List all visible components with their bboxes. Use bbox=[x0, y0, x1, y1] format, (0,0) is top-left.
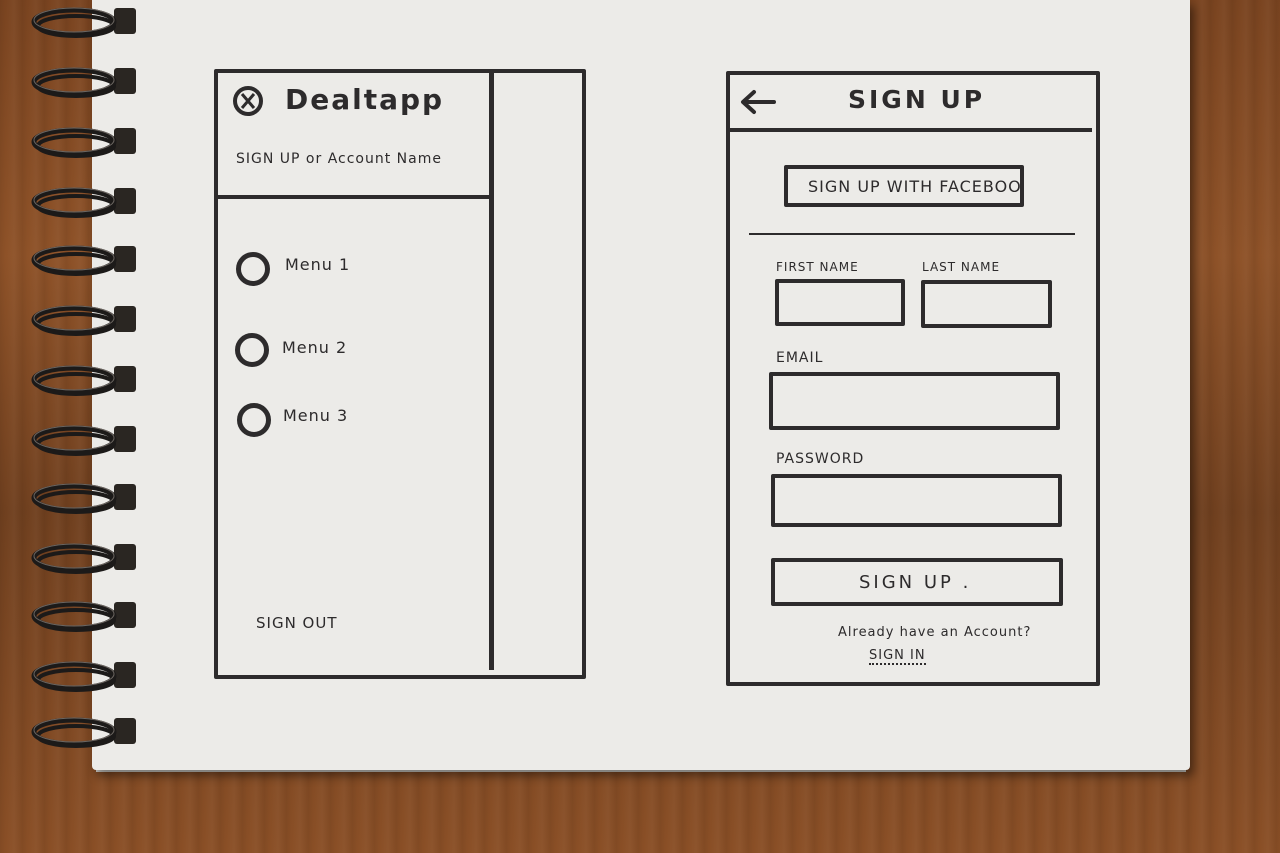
menu-2-icon bbox=[235, 333, 269, 367]
close-circle-icon[interactable] bbox=[232, 85, 263, 116]
binding-coil bbox=[30, 712, 136, 752]
password-label: PASSWORD bbox=[776, 451, 865, 467]
password-field[interactable] bbox=[771, 474, 1062, 527]
last-name-label: LAST NAME bbox=[922, 260, 1001, 274]
email-field[interactable] bbox=[769, 372, 1060, 430]
facebook-signup-label: SIGN UP WITH FACEBOOK bbox=[808, 177, 1024, 196]
drawer-panel-divider bbox=[489, 70, 494, 670]
already-have-account-text: Already have an Account? bbox=[838, 625, 1032, 640]
binding-coil bbox=[30, 62, 136, 102]
binding-coil bbox=[30, 596, 136, 636]
binding-coil bbox=[30, 420, 136, 460]
signup-title: SIGN UP bbox=[848, 85, 986, 114]
sign-in-link[interactable]: SIGN IN bbox=[869, 648, 926, 665]
drawer-header-divider bbox=[216, 195, 492, 199]
first-name-field[interactable] bbox=[775, 279, 905, 326]
binding-coil bbox=[30, 360, 136, 400]
menu-1-icon bbox=[236, 252, 270, 286]
last-name-field[interactable] bbox=[921, 280, 1052, 328]
binding-coil bbox=[30, 656, 136, 696]
binding-coil bbox=[30, 2, 136, 42]
menu-item-3[interactable]: Menu 3 bbox=[283, 406, 348, 425]
menu-item-2[interactable]: Menu 2 bbox=[282, 338, 347, 357]
binding-coil bbox=[30, 478, 136, 518]
account-line[interactable]: SIGN UP or Account Name bbox=[236, 151, 442, 167]
menu-item-1[interactable]: Menu 1 bbox=[285, 255, 350, 274]
arrow-left-icon[interactable] bbox=[738, 88, 776, 116]
signup-header-divider bbox=[728, 128, 1092, 132]
facebook-signup-button[interactable]: SIGN UP WITH FACEBOOK bbox=[784, 165, 1024, 207]
email-label: EMAIL bbox=[776, 350, 824, 366]
menu-3-icon bbox=[237, 403, 271, 437]
binding-coil bbox=[30, 182, 136, 222]
binding-coil bbox=[30, 300, 136, 340]
form-divider bbox=[749, 233, 1075, 235]
signup-submit-label: SIGN UP . bbox=[859, 572, 972, 593]
binding-coil bbox=[30, 538, 136, 578]
binding-coil bbox=[30, 240, 136, 280]
sign-out-link[interactable]: SIGN OUT bbox=[256, 614, 338, 632]
first-name-label: FIRST NAME bbox=[776, 260, 859, 274]
signup-submit-button[interactable]: SIGN UP . bbox=[771, 558, 1063, 606]
app-name: Dealtapp bbox=[285, 83, 445, 116]
binding-coil bbox=[30, 122, 136, 162]
